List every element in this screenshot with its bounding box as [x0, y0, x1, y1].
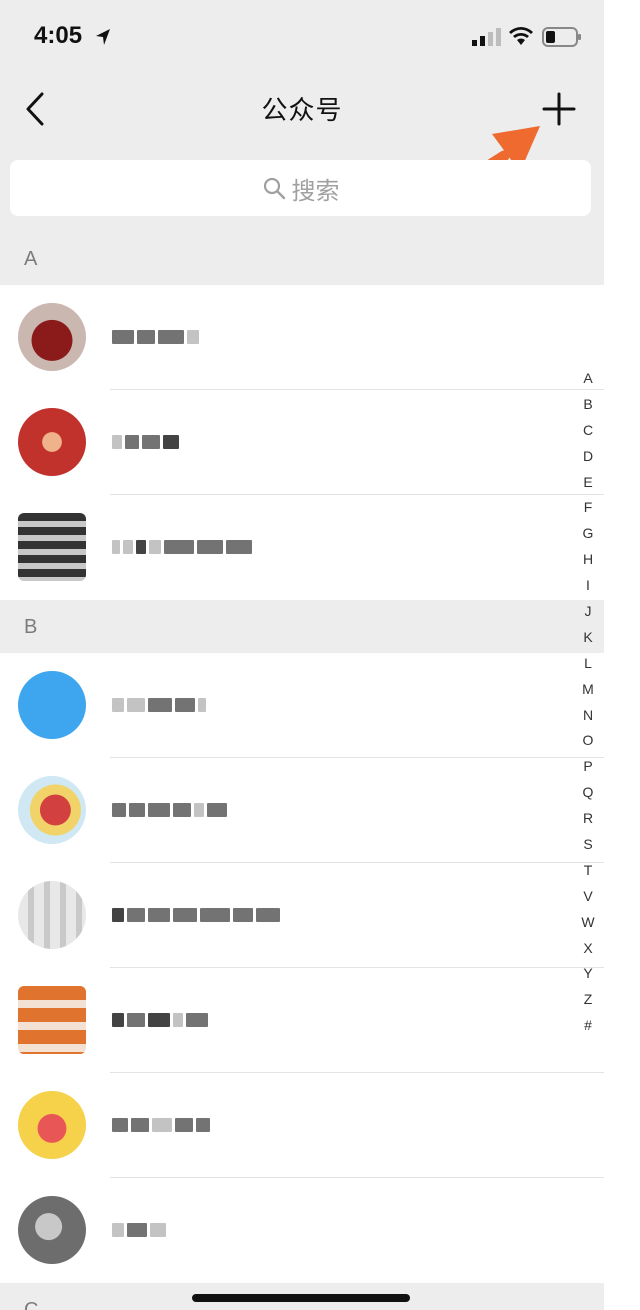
- index-letter[interactable]: P: [576, 754, 600, 780]
- index-letter[interactable]: O: [576, 728, 600, 754]
- alphabet-index[interactable]: A B C D E F G H I J K L M N O P Q R S T …: [576, 366, 600, 1039]
- avatar: [18, 1196, 86, 1264]
- search-placeholder: 搜索: [291, 177, 340, 205]
- list-item-name: [112, 796, 227, 824]
- battery-icon: [542, 27, 581, 47]
- avatar: [18, 408, 86, 476]
- index-letter[interactable]: D: [576, 444, 600, 470]
- list-item-name: [112, 1111, 210, 1139]
- list-item-name: [112, 533, 252, 561]
- list-item[interactable]: [0, 495, 604, 600]
- page-margin: [604, 0, 640, 1310]
- index-letter[interactable]: W: [576, 910, 600, 936]
- index-letter[interactable]: L: [576, 651, 600, 677]
- index-letter[interactable]: A: [576, 366, 600, 392]
- index-letter[interactable]: S: [576, 832, 600, 858]
- avatar: [18, 671, 86, 739]
- search-icon: [263, 177, 285, 200]
- list-item[interactable]: [0, 758, 604, 863]
- wifi-icon: [509, 27, 533, 45]
- index-letter[interactable]: Z: [576, 987, 600, 1013]
- list-item[interactable]: [0, 285, 604, 390]
- index-letter[interactable]: J: [576, 599, 600, 625]
- list-item-name: [112, 323, 199, 351]
- list-item[interactable]: [0, 1073, 604, 1178]
- home-indicator[interactable]: [192, 1294, 410, 1302]
- index-letter[interactable]: H: [576, 547, 600, 573]
- status-time: 4:05: [34, 22, 83, 49]
- list-item[interactable]: [0, 1178, 604, 1283]
- section-header-b: B: [0, 601, 604, 653]
- index-letter[interactable]: C: [576, 418, 600, 444]
- index-letter[interactable]: T: [576, 858, 600, 884]
- index-letter[interactable]: K: [576, 625, 600, 651]
- index-letter[interactable]: Q: [576, 780, 600, 806]
- location-arrow-icon: [96, 29, 110, 45]
- index-letter[interactable]: M: [576, 677, 600, 703]
- avatar: [18, 303, 86, 371]
- index-letter[interactable]: X: [576, 936, 600, 962]
- list-item-name: [112, 1216, 166, 1244]
- list-item-name: [112, 901, 280, 929]
- phone-screen: 4:05 公众号 搜索 A B C A B C D E F G H I J K …: [0, 0, 604, 1310]
- index-letter[interactable]: B: [576, 392, 600, 418]
- add-button[interactable]: [540, 90, 578, 128]
- list-item[interactable]: [0, 863, 604, 968]
- list-item-name: [112, 691, 206, 719]
- index-letter[interactable]: G: [576, 521, 600, 547]
- list-item-name: [112, 1006, 208, 1034]
- index-letter[interactable]: I: [576, 573, 600, 599]
- avatar: [18, 881, 86, 949]
- list-item[interactable]: [0, 968, 604, 1073]
- avatar: [18, 986, 86, 1054]
- index-letter[interactable]: V: [576, 884, 600, 910]
- index-letter[interactable]: R: [576, 806, 600, 832]
- list-item[interactable]: [0, 390, 604, 495]
- list-item[interactable]: [0, 653, 604, 758]
- avatar: [18, 776, 86, 844]
- avatar: [18, 513, 86, 581]
- cellular-signal-icon: [472, 28, 501, 46]
- index-letter[interactable]: N: [576, 703, 600, 729]
- avatar: [18, 1091, 86, 1159]
- search-input[interactable]: 搜索: [10, 160, 591, 216]
- list-item-name: [112, 428, 179, 456]
- index-letter[interactable]: Y: [576, 961, 600, 987]
- index-letter[interactable]: E: [576, 470, 600, 496]
- index-letter[interactable]: F: [576, 495, 600, 521]
- section-header-a: A: [0, 233, 604, 285]
- index-letter[interactable]: #: [576, 1013, 600, 1039]
